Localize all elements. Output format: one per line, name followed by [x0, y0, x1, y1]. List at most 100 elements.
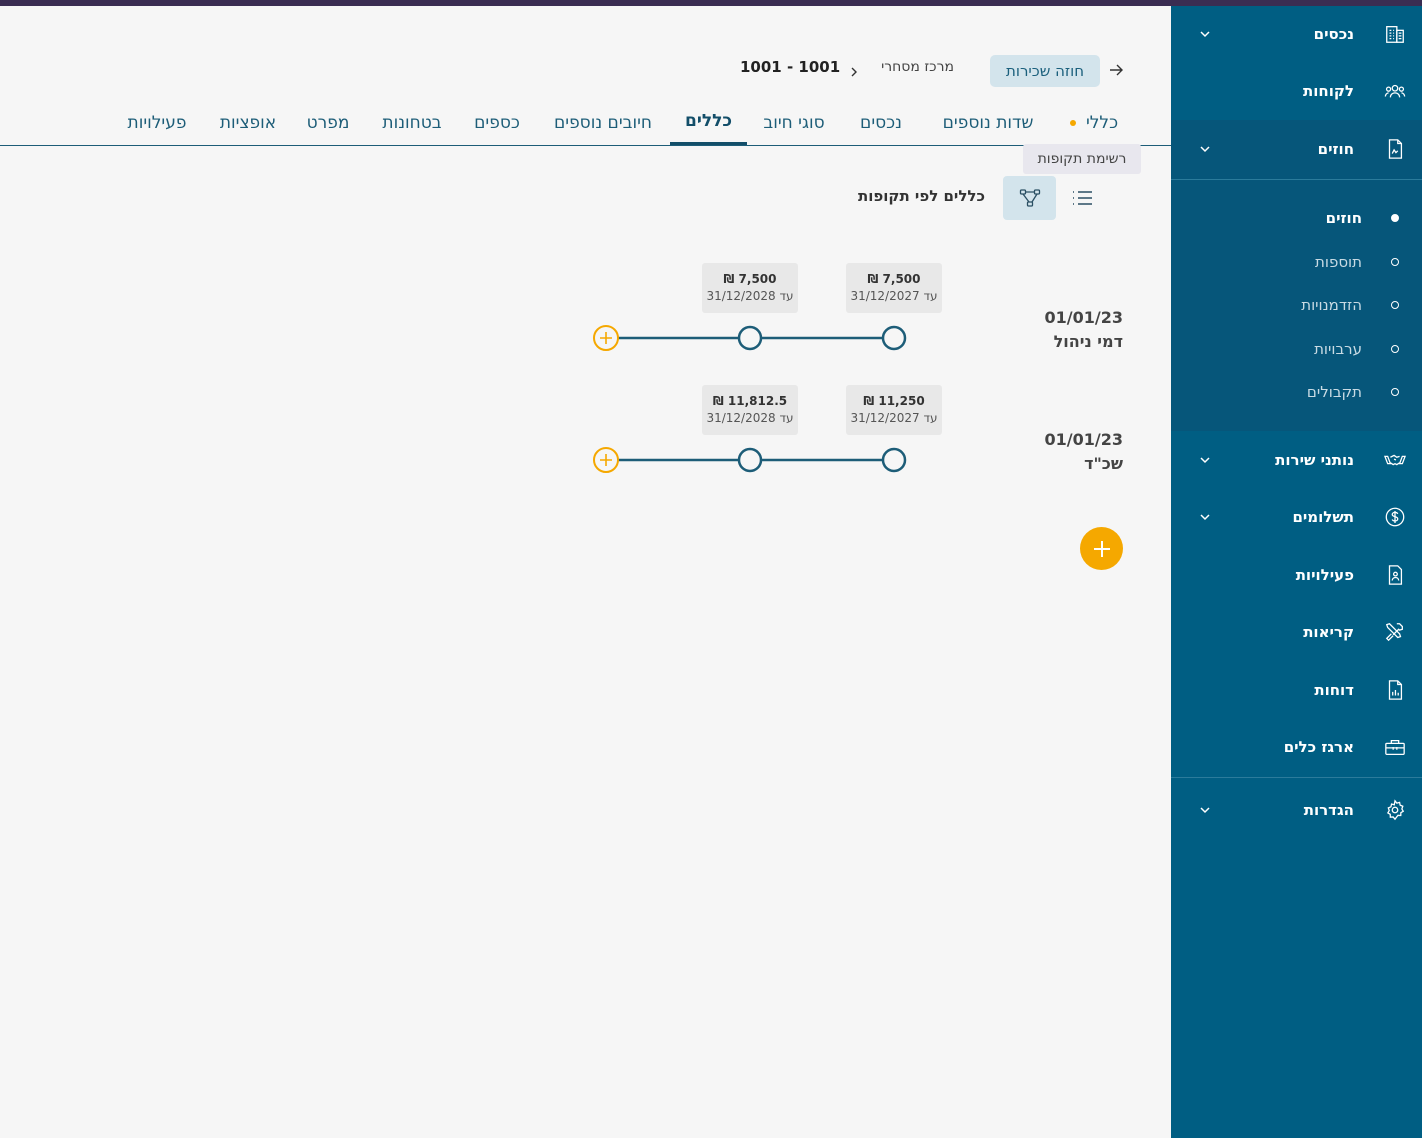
tab-finance[interactable]: כספים — [462, 100, 532, 145]
chevron-down-icon[interactable] — [1199, 454, 1211, 466]
sidebar-item-label: הגדרות — [1303, 801, 1354, 819]
dot-icon — [1391, 345, 1399, 353]
add-period-button[interactable] — [593, 325, 619, 351]
sidebar-item-toolbox[interactable]: ארגז כלים — [1171, 719, 1422, 775]
tab-specification[interactable]: מפרט — [298, 100, 358, 145]
report-icon — [1388, 680, 1403, 700]
tab-options[interactable]: אופציות — [210, 100, 286, 145]
submenu-item-label: חוזים — [1325, 209, 1362, 227]
contract-type-chip[interactable]: חוזה שכירות — [990, 55, 1100, 87]
contract-icon — [1388, 139, 1403, 159]
add-period-button[interactable] — [593, 447, 619, 473]
period-end: עד 31/12/2027 — [850, 289, 938, 303]
chevron-down-icon[interactable] — [1199, 143, 1211, 155]
sidebar-item-label: דוחות — [1314, 681, 1354, 699]
sidebar-item-label: נותני שירות — [1275, 451, 1354, 469]
sidebar-item-payments[interactable]: תשלומים — [1171, 489, 1422, 545]
tab-label: כללים — [684, 111, 733, 131]
tab-label: כללי — [1085, 112, 1119, 133]
sidebar-item-label: ארגז כלים — [1283, 738, 1354, 756]
sidebar-item-customers[interactable]: לקוחות — [1171, 63, 1422, 119]
chevron-down-icon[interactable] — [1199, 28, 1211, 40]
period-end: עד 31/12/2028 — [706, 411, 794, 425]
list-view-button[interactable] — [1064, 180, 1100, 216]
period-end: עד 31/12/2028 — [706, 289, 794, 303]
period-card[interactable]: 7,500 ₪ עד 31/12/2028 — [702, 263, 798, 313]
chevron-down-icon[interactable] — [1199, 804, 1211, 816]
submenu-item-contracts[interactable]: חוזים — [1171, 198, 1422, 238]
period-timeline — [593, 447, 907, 473]
tools-icon — [1385, 623, 1403, 642]
period-card[interactable]: 11,250 ₪ עד 31/12/2027 — [846, 385, 942, 435]
period-node[interactable] — [737, 447, 763, 473]
submenu-item-label: תקבולים — [1306, 383, 1362, 401]
rule-start-date: 01/01/23 — [1044, 308, 1123, 327]
gear-icon — [1386, 799, 1405, 821]
submenu-item-additions[interactable]: תוספות — [1171, 242, 1422, 282]
rule-name: שכ"ד — [1084, 454, 1123, 473]
tab-activities[interactable]: פעילויות — [116, 100, 198, 145]
period-end: עד 31/12/2027 — [850, 411, 938, 425]
period-card[interactable]: 7,500 ₪ עד 31/12/2027 — [846, 263, 942, 313]
period-amount: 7,500 ₪ — [867, 272, 921, 286]
active-dot-icon — [1391, 214, 1399, 222]
tree-view-button[interactable] — [1003, 176, 1056, 220]
rule-name: דמי ניהול — [1053, 332, 1123, 351]
period-timeline — [593, 325, 907, 351]
dot-icon — [1391, 388, 1399, 396]
handshake-icon — [1384, 454, 1406, 466]
submenu-item-receipts[interactable]: תקבולים — [1171, 372, 1422, 412]
tab-rules[interactable]: כללים — [670, 100, 747, 145]
add-rule-button[interactable] — [1080, 527, 1123, 570]
arrow-right-icon[interactable] — [1108, 62, 1124, 78]
period-amount: 7,500 ₪ — [723, 272, 777, 286]
period-card[interactable]: 11,812.5 ₪ עד 31/12/2028 — [702, 385, 798, 435]
tab-general[interactable]: כללי — [1058, 100, 1130, 145]
tab-bar: כללי שדות נוספים נכסים סוגי חיוב כללים ח… — [0, 100, 1171, 146]
sidebar-item-label: חוזים — [1317, 140, 1354, 158]
activity-doc-icon — [1388, 565, 1403, 585]
breadcrumb-property[interactable]: מרכז מסחרי — [870, 59, 954, 75]
period-node[interactable] — [881, 325, 907, 351]
sidebar-item-reports[interactable]: דוחות — [1171, 662, 1422, 718]
tab-extra-charges[interactable]: חיובים נוספים — [543, 100, 663, 145]
sidebar-item-activities[interactable]: פעילויות — [1171, 547, 1422, 603]
chevron-down-icon[interactable] — [1199, 511, 1211, 523]
period-amount: 11,250 ₪ — [863, 394, 925, 408]
tree-icon — [1019, 189, 1040, 207]
tab-assets[interactable]: נכסים — [848, 100, 914, 145]
sidebar: נכסים לקוחות חוזים חוזים תוספות הזדמנויו… — [1171, 6, 1422, 1138]
tab-charge-types[interactable]: סוגי חיוב — [754, 100, 834, 145]
sidebar-item-service-calls[interactable]: קריאות — [1171, 604, 1422, 660]
submenu-item-label: ערבויות — [1314, 340, 1362, 358]
tab-label: נכסים — [860, 112, 902, 133]
period-node[interactable] — [737, 325, 763, 351]
dot-icon — [1391, 301, 1399, 309]
period-node[interactable] — [881, 447, 907, 473]
tab-extra-fields[interactable]: שדות נוספים — [930, 100, 1046, 145]
view-title: כללים לפי תקופות — [857, 187, 985, 205]
period-amount: 11,812.5 ₪ — [712, 394, 788, 408]
submenu-item-label: הזדמנויות — [1301, 296, 1362, 314]
dollar-circle-icon — [1385, 507, 1405, 527]
status-dot-icon — [1069, 119, 1076, 126]
tab-label: מפרט — [306, 112, 350, 133]
plus-icon — [1093, 540, 1110, 557]
sidebar-item-assets[interactable]: נכסים — [1171, 6, 1422, 62]
divider — [1171, 179, 1422, 180]
tooltip: רשימת תקופות — [1023, 144, 1141, 174]
submenu-item-guarantees[interactable]: ערבויות — [1171, 329, 1422, 369]
sidebar-item-label: נכסים — [1313, 25, 1354, 43]
rule-start-date: 01/01/23 — [1044, 430, 1123, 449]
sidebar-item-contracts[interactable]: חוזים — [1171, 121, 1422, 177]
submenu-item-opportunities[interactable]: הזדמנויות — [1171, 285, 1422, 325]
tab-label: פעילויות — [127, 112, 187, 133]
sidebar-item-settings[interactable]: הגדרות — [1171, 782, 1422, 838]
tab-securities[interactable]: בטחונות — [372, 100, 452, 145]
sidebar-item-service-providers[interactable]: נותני שירות — [1171, 432, 1422, 488]
toolbox-icon — [1385, 739, 1405, 755]
building-icon — [1386, 26, 1404, 43]
tab-label: כספים — [474, 112, 520, 133]
sidebar-item-label: קריאות — [1303, 623, 1354, 641]
tab-label: בטחונות — [382, 112, 442, 133]
